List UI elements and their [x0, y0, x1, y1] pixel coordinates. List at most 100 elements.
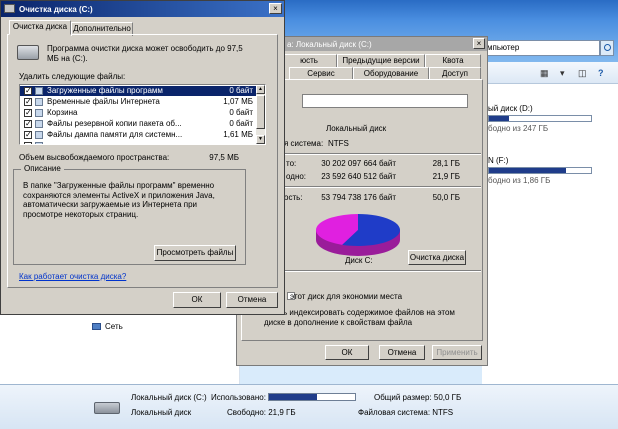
list-item[interactable]: Загруженные файлы программ 0 байт: [20, 86, 257, 96]
memory-dump-icon: [35, 131, 43, 139]
dialog-title: Очистка диска (C:): [19, 5, 93, 14]
scroll-thumb[interactable]: [256, 95, 265, 129]
file-name: Корзина: [47, 108, 78, 117]
pane-toggle-icon[interactable]: ◫: [578, 68, 587, 79]
drive-usage-bar: [488, 115, 592, 122]
properties-title: а: Локальный диск (C:): [287, 40, 372, 49]
view-options-icon[interactable]: ▦: [540, 68, 549, 79]
ok-button[interactable]: ОК: [325, 345, 369, 360]
hard-drive-icon: [17, 45, 39, 60]
file-checkbox[interactable]: [24, 108, 32, 117]
status-usage-fill: [269, 394, 318, 400]
file-checkbox[interactable]: [24, 130, 32, 139]
nav-item-network[interactable]: Сеть: [92, 322, 123, 331]
disk-cleanup-icon: [4, 4, 15, 13]
search-button[interactable]: [600, 40, 614, 56]
ok-button[interactable]: ОК: [173, 292, 221, 308]
view-files-button[interactable]: Просмотреть файлы: [154, 245, 236, 261]
drive-label-input[interactable]: [302, 94, 468, 108]
filesystem-label: я система:: [284, 139, 324, 148]
list-item[interactable]: Файлы резервной копии пакета об... 0 байт: [20, 119, 257, 129]
list-item[interactable]: [20, 141, 257, 144]
file-icon: [35, 142, 43, 144]
disk-cleanup-button[interactable]: Очистка диска: [408, 250, 466, 265]
scroll-up-icon[interactable]: ▲: [256, 85, 265, 94]
space-label: Объем высвобождаемого пространства:: [19, 153, 170, 162]
file-checkbox[interactable]: [24, 97, 32, 106]
disk-cleanup-dialog: Очистка диска (C:) × Очистка диска Допол…: [0, 0, 285, 315]
description-legend: Описание: [21, 164, 64, 173]
apply-button[interactable]: Применить: [432, 345, 482, 360]
file-name: Загруженные файлы программ: [47, 86, 163, 95]
folder-icon: [35, 87, 43, 95]
list-scrollbar[interactable]: ▲ ▼: [256, 85, 265, 144]
recycle-bin-icon: [35, 109, 43, 117]
capacity-bytes: 53 794 738 176 байт: [321, 193, 396, 202]
status-usage-bar: [268, 393, 356, 401]
internet-files-icon: [35, 98, 43, 106]
used-label: то:: [286, 159, 297, 168]
status-drive-name: Локальный диск (C:): [131, 393, 207, 402]
cleanup-intro: Программа очистки диска может освободить…: [47, 44, 243, 63]
tab-quota[interactable]: Квота: [425, 54, 481, 67]
drive-usage-fill: [489, 168, 566, 173]
space-value: 97,5 МБ: [209, 153, 239, 162]
file-checkbox[interactable]: [24, 86, 32, 95]
used-gb: 28,1 ГБ: [432, 159, 460, 168]
tab-previous-versions[interactable]: Предыдущие версии: [337, 54, 425, 67]
help-link[interactable]: Как работает очистка диска?: [19, 272, 126, 281]
description-text: В папке "Загруженные файлы программ" вре…: [23, 181, 215, 219]
drive-name: N (F:): [488, 156, 509, 165]
disk-cleanup-titlebar[interactable]: Очистка диска (C:) ×: [1, 1, 284, 17]
drive-type-value: Локальный диск: [326, 124, 387, 133]
used-bytes: 30 202 097 664 байт: [321, 159, 396, 168]
file-name: Файлы дампа памяти для системн...: [47, 130, 183, 139]
close-icon[interactable]: ×: [269, 3, 282, 14]
file-size: 1,07 МБ: [223, 97, 253, 106]
cancel-button[interactable]: Отмена: [379, 345, 425, 360]
drive-usage-bar: [488, 167, 592, 174]
disk-label: Диск C:: [345, 256, 373, 265]
file-name: Файлы резервной копии пакета об...: [47, 119, 182, 128]
search-icon: [604, 44, 611, 51]
files-list[interactable]: Загруженные файлы программ 0 байт Временн…: [19, 84, 266, 145]
file-size: 0 байт: [229, 119, 253, 128]
close-icon[interactable]: ×: [473, 38, 485, 49]
status-used-label: Использовано:: [211, 393, 266, 402]
file-name: Временные файлы Интернета: [47, 97, 160, 106]
status-filesystem: Файловая система: NTFS: [358, 408, 454, 417]
drive-name: ый диск (D:): [488, 104, 533, 113]
file-checkbox[interactable]: [24, 142, 32, 144]
drive-usage-fill: [489, 116, 510, 121]
network-icon: [92, 323, 101, 331]
file-checkbox[interactable]: [24, 119, 32, 128]
filesystem-value: NTFS: [328, 139, 349, 148]
index-label: ешить индексировать содержимое файлов на…: [264, 308, 455, 317]
tab-disk-cleanup[interactable]: Очистка диска: [9, 20, 71, 35]
cancel-button[interactable]: Отмена: [226, 292, 278, 308]
file-size: 1,61 МБ: [223, 130, 253, 139]
list-item[interactable]: Файлы дампа памяти для системн... 1,61 МБ: [20, 130, 257, 140]
tab-security[interactable]: юсть: [281, 54, 337, 67]
nav-item-label: Сеть: [105, 322, 123, 331]
scroll-down-icon[interactable]: ▼: [256, 135, 265, 144]
free-bytes: 23 592 640 512 байт: [321, 172, 396, 181]
file-size: 0 байт: [229, 108, 253, 117]
drive-free: бодно из 1,86 ГБ: [488, 176, 551, 185]
address-text: мпьютер: [487, 43, 520, 52]
status-free: Свободно: 21,9 ГБ: [227, 408, 296, 417]
explorer-content: ый диск (D:) бодно из 247 ГБ N (F:) бодн…: [482, 84, 618, 384]
chevron-down-icon[interactable]: ▾: [560, 68, 565, 79]
files-to-delete-label: Удалить следующие файлы:: [19, 72, 126, 81]
address-bar[interactable]: мпьютер: [482, 40, 600, 56]
free-gb: 21,9 ГБ: [432, 172, 460, 181]
list-item[interactable]: Корзина 0 байт: [20, 108, 257, 118]
hard-drive-icon: [94, 402, 120, 414]
help-icon[interactable]: ?: [598, 68, 604, 78]
explorer-toolbar: ▦ ▾ ◫ ?: [482, 62, 618, 84]
status-drive-type: Локальный диск: [131, 408, 192, 417]
list-item[interactable]: Временные файлы Интернета 1,07 МБ: [20, 97, 257, 107]
details-pane: [0, 384, 618, 429]
drive-free: бодно из 247 ГБ: [488, 124, 549, 133]
index-label-cont: диске в дополнение к свойствам файла: [264, 318, 413, 327]
